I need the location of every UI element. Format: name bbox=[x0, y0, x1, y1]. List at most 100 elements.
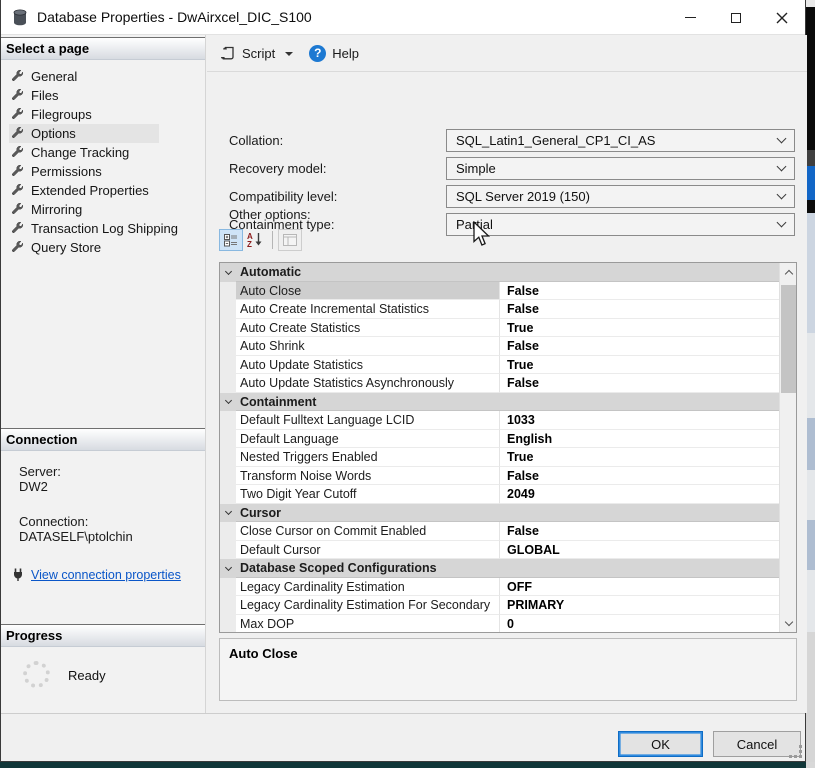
property-value-cell[interactable]: True bbox=[499, 448, 779, 467]
property-value-cell[interactable] bbox=[499, 263, 779, 282]
scroll-up-button[interactable] bbox=[780, 263, 797, 280]
property-name-cell[interactable]: Auto Update Statistics Asynchronously bbox=[236, 374, 499, 393]
sidebar-page-item[interactable]: Filegroups bbox=[9, 105, 205, 124]
property-value-cell[interactable]: PRIMARY bbox=[499, 596, 779, 615]
property-name-cell[interactable]: Auto Create Incremental Statistics bbox=[236, 300, 499, 319]
grid-row[interactable]: Legacy Cardinality Estimation OFF bbox=[220, 578, 779, 597]
property-value-cell[interactable] bbox=[499, 504, 779, 523]
property-name-cell[interactable]: Two Digit Year Cutoff bbox=[236, 485, 499, 504]
cancel-button[interactable]: Cancel bbox=[713, 731, 801, 757]
maximize-button[interactable] bbox=[713, 0, 759, 35]
script-dropdown-caret-icon[interactable] bbox=[285, 52, 293, 56]
grid-scrollbar[interactable] bbox=[779, 263, 796, 632]
property-value-cell[interactable]: False bbox=[499, 467, 779, 486]
grid-row[interactable]: Auto Close False bbox=[220, 282, 779, 301]
property-name-cell[interactable]: Close Cursor on Commit Enabled bbox=[236, 522, 499, 541]
property-name-cell[interactable]: Legacy Cardinality Estimation For Second… bbox=[236, 596, 499, 615]
chevron-down-icon bbox=[224, 268, 231, 275]
collation-select[interactable]: SQL_Latin1_General_CP1_CI_AS bbox=[446, 129, 795, 152]
dialog-footer: OK Cancel bbox=[1, 713, 805, 761]
categorized-button[interactable] bbox=[219, 229, 243, 251]
compatibility-level-select[interactable]: SQL Server 2019 (150) bbox=[446, 185, 795, 208]
containment-type-select[interactable]: Partial bbox=[446, 213, 795, 236]
grid-row[interactable]: Auto Update Statistics Asynchronously Fa… bbox=[220, 374, 779, 393]
help-button[interactable]: ? Help bbox=[309, 45, 359, 62]
scroll-down-button[interactable] bbox=[780, 615, 797, 632]
sidebar-page-item[interactable]: Files bbox=[9, 86, 205, 105]
property-name-cell[interactable]: Auto Shrink bbox=[236, 337, 499, 356]
minimize-button[interactable] bbox=[667, 0, 713, 35]
grid-row[interactable]: Max DOP 0 bbox=[220, 615, 779, 634]
grid-row[interactable]: Nested Triggers Enabled True bbox=[220, 448, 779, 467]
property-name-cell[interactable]: Auto Close bbox=[236, 282, 499, 301]
grid-row[interactable]: Two Digit Year Cutoff 2049 bbox=[220, 485, 779, 504]
resize-grip[interactable] bbox=[799, 755, 802, 758]
property-value-cell[interactable]: False bbox=[499, 337, 779, 356]
sidebar-page-item[interactable]: Permissions bbox=[9, 162, 205, 181]
property-name-cell[interactable]: Default Fulltext Language LCID bbox=[236, 411, 499, 430]
property-name-cell[interactable]: Database Scoped Configurations bbox=[236, 559, 499, 578]
grid-row[interactable]: Cursor bbox=[220, 504, 779, 523]
grid-row[interactable]: Auto Shrink False bbox=[220, 337, 779, 356]
property-pages-button[interactable] bbox=[278, 229, 302, 251]
row-gutter bbox=[220, 485, 236, 504]
property-value-cell[interactable]: 0 bbox=[499, 615, 779, 634]
sidebar-page-item[interactable]: Transaction Log Shipping bbox=[9, 219, 205, 238]
plug-icon bbox=[11, 568, 25, 582]
property-name-cell[interactable]: Nested Triggers Enabled bbox=[236, 448, 499, 467]
property-value-cell[interactable]: 2049 bbox=[499, 485, 779, 504]
grid-row[interactable]: Legacy Cardinality Estimation For Second… bbox=[220, 596, 779, 615]
property-value-cell[interactable]: False bbox=[499, 522, 779, 541]
script-button[interactable]: Script bbox=[220, 45, 303, 61]
toolbar-separator bbox=[272, 231, 273, 249]
property-name-cell[interactable]: Transform Noise Words bbox=[236, 467, 499, 486]
property-value-cell[interactable]: False bbox=[499, 374, 779, 393]
grid-row[interactable]: Default Language English bbox=[220, 430, 779, 449]
scrollbar-thumb[interactable] bbox=[781, 285, 796, 393]
grid-row[interactable]: Transform Noise Words False bbox=[220, 467, 779, 486]
grid-row[interactable]: Default Cursor GLOBAL bbox=[220, 541, 779, 560]
recovery-model-select[interactable]: Simple bbox=[446, 157, 795, 180]
property-name-cell[interactable]: Auto Update Statistics bbox=[236, 356, 499, 375]
property-name-cell[interactable]: Automatic bbox=[236, 263, 499, 282]
property-value-cell[interactable] bbox=[499, 559, 779, 578]
property-value-cell[interactable]: GLOBAL bbox=[499, 541, 779, 560]
property-name-cell[interactable]: Default Cursor bbox=[236, 541, 499, 560]
close-button[interactable] bbox=[759, 0, 805, 35]
property-name-cell[interactable]: Cursor bbox=[236, 504, 499, 523]
alphabetical-sort-button[interactable]: A Z bbox=[243, 229, 267, 251]
property-value-cell[interactable]: True bbox=[499, 356, 779, 375]
sidebar-page-item[interactable]: Extended Properties bbox=[9, 181, 205, 200]
grid-row[interactable]: Auto Create Statistics True bbox=[220, 319, 779, 338]
property-name-cell[interactable]: Default Language bbox=[236, 430, 499, 449]
property-value-cell[interactable] bbox=[499, 393, 779, 412]
property-name-cell[interactable]: Max DOP bbox=[236, 615, 499, 634]
row-gutter bbox=[220, 300, 236, 319]
grid-row[interactable]: Automatic bbox=[220, 263, 779, 282]
property-value-cell[interactable]: False bbox=[499, 300, 779, 319]
property-value-cell[interactable]: OFF bbox=[499, 578, 779, 597]
grid-row[interactable]: Default Fulltext Language LCID 1033 bbox=[220, 411, 779, 430]
categorized-icon bbox=[224, 233, 238, 247]
grid-row[interactable]: Database Scoped Configurations bbox=[220, 559, 779, 578]
grid-row[interactable]: Auto Update Statistics True bbox=[220, 356, 779, 375]
titlebar[interactable]: Database Properties - DwAirxcel_DIC_S100 bbox=[1, 0, 805, 35]
background-app-sliver bbox=[806, 0, 815, 768]
property-value-cell[interactable]: English bbox=[499, 430, 779, 449]
property-name-cell[interactable]: Auto Create Statistics bbox=[236, 319, 499, 338]
property-name-cell[interactable]: Containment bbox=[236, 393, 499, 412]
property-value-cell[interactable]: False bbox=[499, 282, 779, 301]
ok-button[interactable]: OK bbox=[618, 731, 703, 757]
sidebar-page-item[interactable]: General bbox=[9, 67, 205, 86]
property-name-cell[interactable]: Legacy Cardinality Estimation bbox=[236, 578, 499, 597]
property-value-cell[interactable]: 1033 bbox=[499, 411, 779, 430]
grid-row[interactable]: Auto Create Incremental Statistics False bbox=[220, 300, 779, 319]
property-value-cell[interactable]: True bbox=[499, 319, 779, 338]
grid-row[interactable]: Close Cursor on Commit Enabled False bbox=[220, 522, 779, 541]
sidebar-page-item[interactable]: Options bbox=[9, 124, 159, 143]
view-connection-properties-link[interactable]: View connection properties bbox=[31, 568, 181, 582]
sidebar-page-item[interactable]: Change Tracking bbox=[9, 143, 205, 162]
grid-row[interactable]: Containment bbox=[220, 393, 779, 412]
sidebar-page-item[interactable]: Query Store bbox=[9, 238, 205, 257]
sidebar-page-item[interactable]: Mirroring bbox=[9, 200, 205, 219]
